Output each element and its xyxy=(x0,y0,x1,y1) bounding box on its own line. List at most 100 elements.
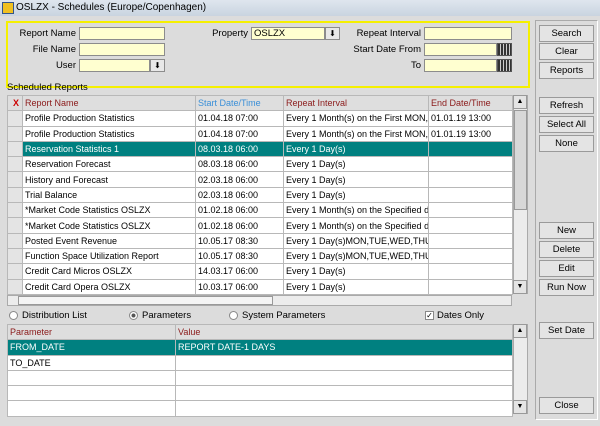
cell-start: 01.04.18 07:00 xyxy=(196,126,284,141)
cell-repeat: Every 1 Month(s) on the Specified days xyxy=(284,218,429,233)
cell-value[interactable] xyxy=(176,401,513,416)
cell-parameter: FROM_DATE xyxy=(8,340,176,355)
cell-name: Reservation Forecast xyxy=(23,157,196,172)
run-now-button[interactable]: Run Now xyxy=(539,279,594,296)
distribution-list-label[interactable]: Distribution List xyxy=(22,310,87,321)
scroll-up-icon[interactable]: ▲ xyxy=(513,324,527,338)
cell-name: History and Forecast xyxy=(23,172,196,187)
dates-only-checkbox[interactable]: ✓ xyxy=(425,311,434,320)
select-all-button[interactable]: Select All xyxy=(539,116,594,133)
table-row[interactable]: Profile Production Statistics01.04.18 07… xyxy=(8,126,513,141)
start-date-from-input[interactable] xyxy=(424,43,497,56)
table-row[interactable]: Credit Card Micros OSLZX14.03.17 06:00Ev… xyxy=(8,264,513,279)
report-name-input[interactable] xyxy=(79,27,165,40)
horizontal-scrollbar-thumb[interactable] xyxy=(18,296,273,305)
scroll-up-icon[interactable]: ▲ xyxy=(513,95,527,109)
parameters-table: Parameter Value FROM_DATEREPORT DATE-1 D… xyxy=(7,324,513,417)
scheduled-reports-table: X Report Name Start Date/Time Repeat Int… xyxy=(7,95,513,295)
system-parameters-radio[interactable] xyxy=(229,311,238,320)
cell-start: 08.03.18 06:00 xyxy=(196,141,284,156)
calendar-icon[interactable] xyxy=(497,43,512,56)
row-select-cell[interactable] xyxy=(8,157,23,172)
cell-start: 01.02.18 06:00 xyxy=(196,203,284,218)
header-report-name[interactable]: Report Name xyxy=(23,96,196,111)
user-input[interactable] xyxy=(79,59,150,72)
calendar-icon[interactable] xyxy=(497,59,512,72)
app-icon xyxy=(2,2,14,14)
parameter-row[interactable]: TO_DATE xyxy=(8,355,513,370)
cell-repeat: Every 1 Day(s)MON,TUE,WED,THU,FRI xyxy=(284,233,429,248)
cell-name: Credit Card Opera OSLZX xyxy=(23,279,196,294)
table-row[interactable]: Function Space Utilization Report10.05.1… xyxy=(8,248,513,263)
system-parameters-label[interactable]: System Parameters xyxy=(242,310,325,321)
to-date-input[interactable] xyxy=(424,59,497,72)
scroll-down-icon[interactable]: ▼ xyxy=(513,280,527,294)
row-select-cell[interactable] xyxy=(8,111,23,126)
cell-start: 10.05.17 08:30 xyxy=(196,248,284,263)
cell-name: Posted Event Revenue xyxy=(23,233,196,248)
table-row[interactable]: History and Forecast02.03.18 06:00Every … xyxy=(8,172,513,187)
file-name-input[interactable] xyxy=(79,43,165,56)
edit-button[interactable]: Edit xyxy=(539,260,594,277)
cell-end xyxy=(429,248,513,263)
table-row[interactable]: Profile Production Statistics01.04.18 07… xyxy=(8,111,513,126)
table-row[interactable]: Reservation Statistics 108.03.18 06:00Ev… xyxy=(8,141,513,156)
none-button[interactable]: None xyxy=(539,135,594,152)
row-select-cell[interactable] xyxy=(8,264,23,279)
parameter-row[interactable] xyxy=(8,370,513,385)
parameter-row[interactable] xyxy=(8,386,513,401)
cell-repeat: Every 1 Day(s) xyxy=(284,157,429,172)
distribution-list-radio[interactable] xyxy=(9,311,18,320)
dates-only-label[interactable]: Dates Only xyxy=(437,310,484,321)
row-select-cell[interactable] xyxy=(8,187,23,202)
parameter-row[interactable] xyxy=(8,401,513,416)
delete-button[interactable]: Delete xyxy=(539,241,594,258)
search-button[interactable]: Search xyxy=(539,25,594,42)
cell-end: 01.01.19 13:00 xyxy=(429,126,513,141)
reports-button[interactable]: Reports xyxy=(539,62,594,79)
cell-value[interactable] xyxy=(176,386,513,401)
new-button[interactable]: New xyxy=(539,222,594,239)
header-end-date[interactable]: End Date/Time xyxy=(429,96,513,111)
row-select-cell[interactable] xyxy=(8,203,23,218)
scroll-down-icon[interactable]: ▼ xyxy=(513,400,527,414)
cell-start: 01.02.18 06:00 xyxy=(196,218,284,233)
set-date-button[interactable]: Set Date xyxy=(539,322,594,339)
table-row[interactable]: Posted Event Revenue10.05.17 08:30Every … xyxy=(8,233,513,248)
property-input[interactable]: OSLZX xyxy=(251,27,325,40)
clear-button[interactable]: Clear xyxy=(539,43,594,60)
header-start-date[interactable]: Start Date/Time xyxy=(196,96,284,111)
scrollbar-thumb[interactable] xyxy=(514,110,527,210)
table-row[interactable]: Credit Card Opera OSLZX10.03.17 06:00Eve… xyxy=(8,279,513,294)
cell-name: *Market Code Statistics OSLZX xyxy=(23,218,196,233)
parameters-radio[interactable] xyxy=(129,311,138,320)
table-row[interactable]: Trial Balance02.03.18 06:00Every 1 Day(s… xyxy=(8,187,513,202)
row-select-cell[interactable] xyxy=(8,126,23,141)
cell-repeat: Every 1 Month(s) on the First MON,TUE xyxy=(284,111,429,126)
parameters-label[interactable]: Parameters xyxy=(142,310,191,321)
cell-value[interactable]: REPORT DATE-1 DAYS xyxy=(176,340,513,355)
row-select-cell[interactable] xyxy=(8,279,23,294)
row-select-cell[interactable] xyxy=(8,172,23,187)
report-name-label: Report Name xyxy=(0,27,76,40)
parameter-row[interactable]: FROM_DATEREPORT DATE-1 DAYS xyxy=(8,340,513,355)
cell-value[interactable] xyxy=(176,355,513,370)
table-row[interactable]: Reservation Forecast08.03.18 06:00Every … xyxy=(8,157,513,172)
cell-name: *Market Code Statistics OSLZX xyxy=(23,203,196,218)
user-dropdown-icon[interactable]: ⬇ xyxy=(150,59,165,72)
close-button[interactable]: Close xyxy=(539,397,594,414)
table-row[interactable]: *Market Code Statistics OSLZX01.02.18 06… xyxy=(8,218,513,233)
row-select-cell[interactable] xyxy=(8,141,23,156)
row-select-cell[interactable] xyxy=(8,233,23,248)
header-select[interactable]: X xyxy=(8,96,23,111)
repeat-interval-input[interactable] xyxy=(424,27,512,40)
row-select-cell[interactable] xyxy=(8,248,23,263)
row-select-cell[interactable] xyxy=(8,218,23,233)
property-label: Property xyxy=(180,27,248,40)
cell-repeat: Every 1 Day(s) xyxy=(284,279,429,294)
header-repeat-interval[interactable]: Repeat Interval xyxy=(284,96,429,111)
cell-end xyxy=(429,172,513,187)
refresh-button[interactable]: Refresh xyxy=(539,97,594,114)
cell-value[interactable] xyxy=(176,370,513,385)
table-row[interactable]: *Market Code Statistics OSLZX01.02.18 06… xyxy=(8,203,513,218)
